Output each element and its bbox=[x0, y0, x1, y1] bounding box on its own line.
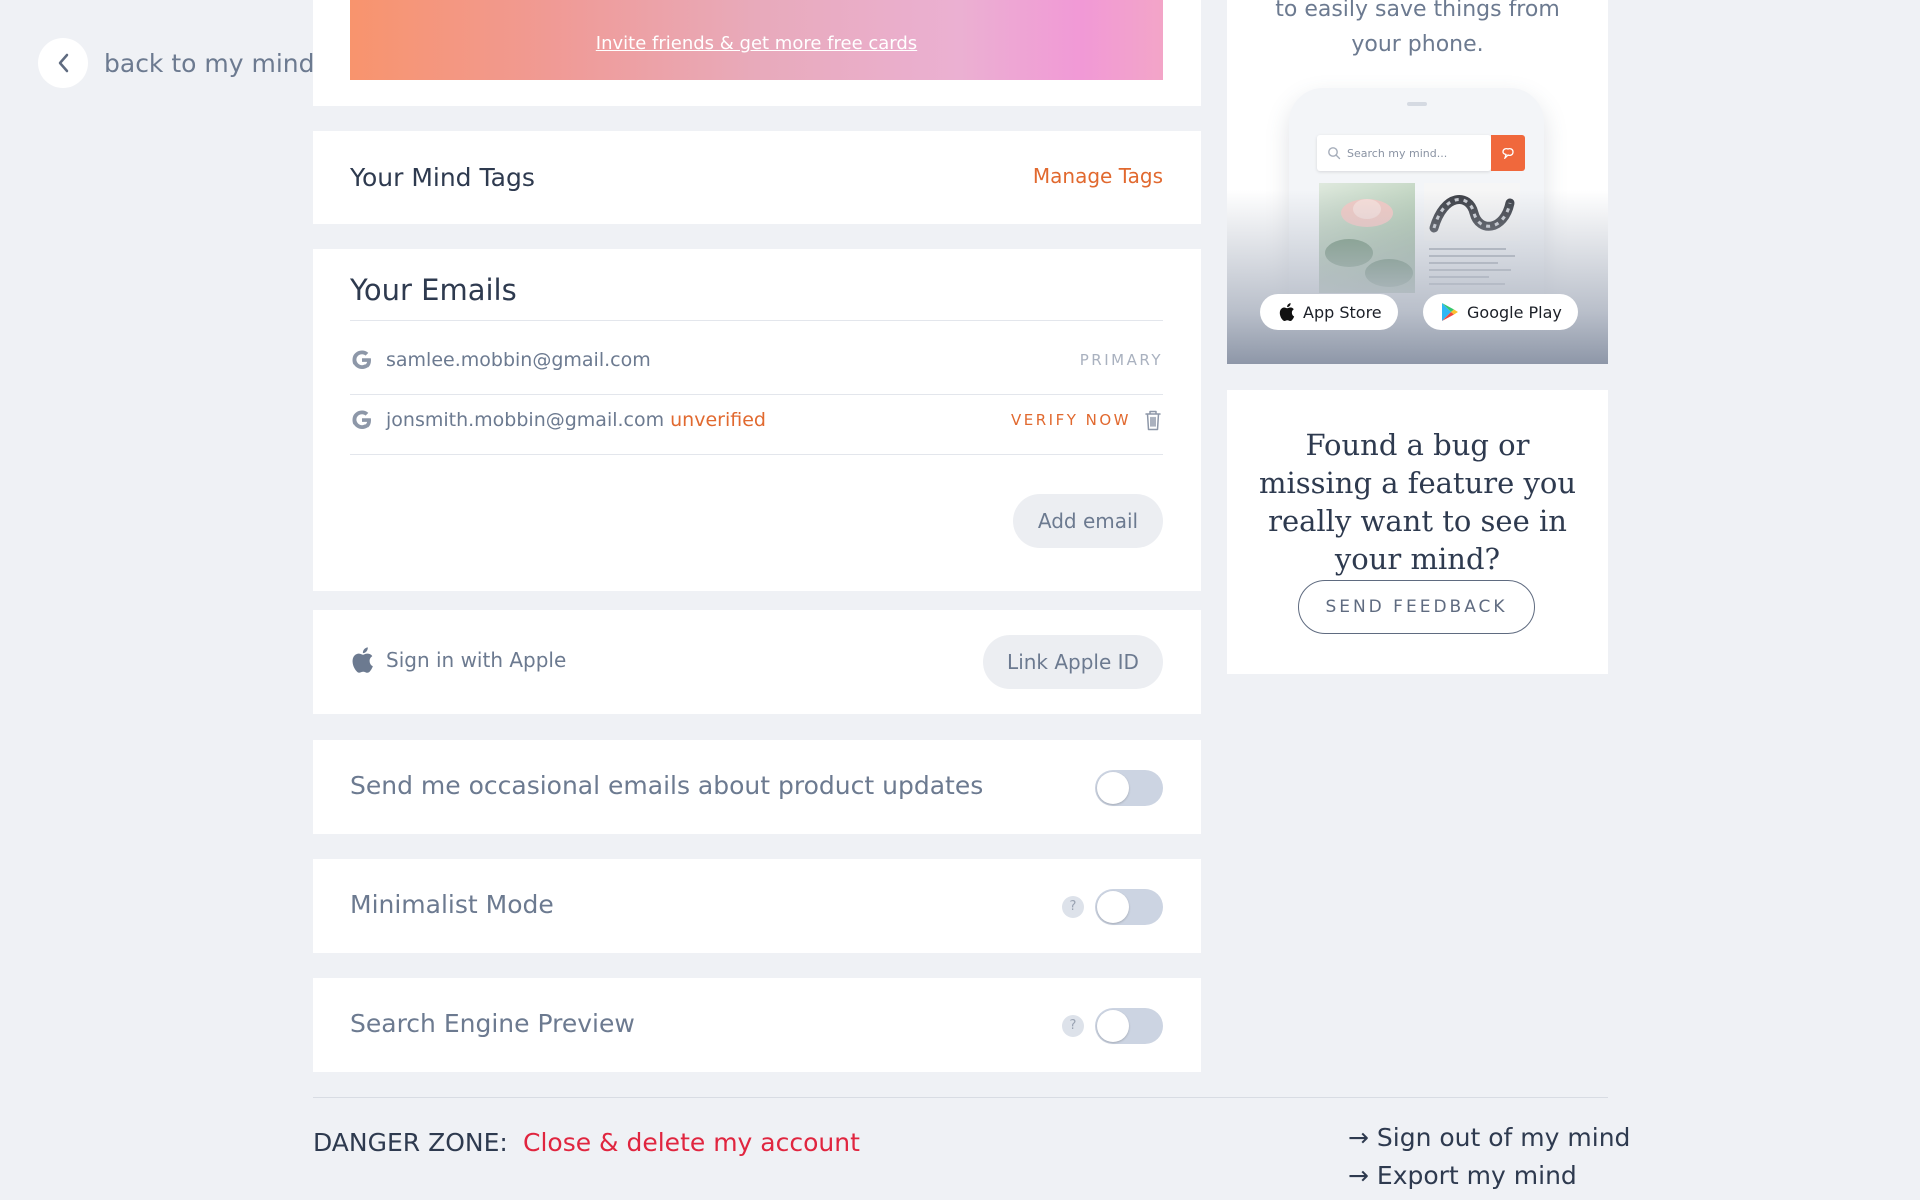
mobile-app-promo: to easily save things from your phone. S… bbox=[1227, 0, 1608, 364]
phone-notch bbox=[1407, 102, 1427, 106]
brain-icon bbox=[1502, 147, 1514, 159]
email-address: jonsmith.mobbin@gmail.com bbox=[386, 409, 665, 431]
unverified-label: unverified bbox=[670, 409, 766, 431]
app-store-label: App Store bbox=[1303, 302, 1382, 322]
search-icon bbox=[1328, 147, 1341, 160]
emails-card: Your Emails samlee.mobbin@gmail.com PRIM… bbox=[313, 249, 1201, 591]
export-mind-link[interactable]: → Export my mind bbox=[1348, 1161, 1577, 1190]
help-icon[interactable]: ? bbox=[1062, 1015, 1084, 1037]
phone-search-bar: Search my mind... bbox=[1317, 135, 1491, 171]
primary-badge: PRIMARY bbox=[1079, 351, 1163, 369]
divider bbox=[350, 454, 1163, 455]
back-label: back to my mind bbox=[104, 48, 315, 78]
google-play-icon bbox=[1442, 303, 1458, 321]
feedback-text: Found a bug or missing a feature you rea… bbox=[1258, 428, 1577, 576]
apple-signin-card: Sign in with Apple Link Apple ID bbox=[313, 610, 1201, 714]
sign-out-link[interactable]: → Sign out of my mind bbox=[1348, 1123, 1630, 1152]
divider bbox=[350, 320, 1163, 321]
setting-label: Send me occasional emails about product … bbox=[350, 771, 984, 800]
invite-friends-link[interactable]: Invite friends & get more free cards bbox=[350, 33, 1163, 54]
promo-fade bbox=[1227, 190, 1608, 364]
sign-in-with-apple-label: Sign in with Apple bbox=[386, 648, 567, 672]
setting-label: Search Engine Preview bbox=[350, 1009, 635, 1038]
invite-card: Invite friends & get more free cards bbox=[313, 0, 1201, 106]
google-icon bbox=[352, 350, 371, 369]
verify-now-button[interactable]: VERIFY NOW bbox=[1011, 411, 1131, 429]
add-email-button[interactable]: Add email bbox=[1013, 494, 1163, 548]
phone-search-button bbox=[1491, 135, 1525, 171]
manage-tags-link[interactable]: Manage Tags bbox=[1033, 164, 1163, 188]
email-row-secondary: jonsmith.mobbin@gmail.com unverified VER… bbox=[350, 390, 1163, 450]
minimalist-mode-setting: Minimalist Mode ? bbox=[313, 859, 1201, 953]
back-button[interactable] bbox=[38, 38, 88, 88]
google-icon bbox=[352, 410, 371, 429]
mind-tags-title: Your Mind Tags bbox=[350, 163, 535, 192]
app-store-button[interactable]: App Store bbox=[1260, 294, 1398, 330]
toggle-knob bbox=[1097, 1010, 1129, 1042]
promo-text-line: your phone. bbox=[1351, 32, 1484, 57]
trash-icon[interactable] bbox=[1143, 408, 1163, 432]
promo-text-line: to easily save things from bbox=[1275, 0, 1560, 22]
help-icon[interactable]: ? bbox=[1062, 896, 1084, 918]
chevron-left-icon bbox=[58, 53, 69, 73]
google-play-button[interactable]: Google Play bbox=[1423, 294, 1578, 330]
delete-account-link[interactable]: Close & delete my account bbox=[523, 1128, 860, 1157]
apple-icon bbox=[1279, 303, 1295, 321]
danger-zone-divider bbox=[313, 1097, 1608, 1098]
search-engine-preview-setting: Search Engine Preview ? bbox=[313, 978, 1201, 1072]
invite-banner: Invite friends & get more free cards bbox=[350, 0, 1163, 80]
phone-search-placeholder: Search my mind... bbox=[1347, 146, 1448, 160]
google-play-label: Google Play bbox=[1467, 302, 1562, 322]
setting-label: Minimalist Mode bbox=[350, 890, 554, 919]
back-to-my-mind-link[interactable]: back to my mind bbox=[38, 38, 315, 88]
minimalist-mode-toggle[interactable] bbox=[1095, 889, 1163, 925]
send-feedback-button[interactable]: SEND FEEDBACK bbox=[1298, 580, 1535, 634]
product-updates-toggle[interactable] bbox=[1095, 770, 1163, 806]
search-engine-preview-toggle[interactable] bbox=[1095, 1008, 1163, 1044]
email-address: samlee.mobbin@gmail.com bbox=[386, 349, 651, 371]
toggle-knob bbox=[1097, 891, 1129, 923]
promo-text: to easily save things from your phone. bbox=[1227, 0, 1608, 62]
danger-zone-label: DANGER ZONE: bbox=[313, 1128, 508, 1157]
product-updates-setting: Send me occasional emails about product … bbox=[313, 740, 1201, 834]
mind-tags-card: Your Mind Tags Manage Tags bbox=[313, 131, 1201, 224]
toggle-knob bbox=[1097, 772, 1129, 804]
link-apple-id-button[interactable]: Link Apple ID bbox=[983, 635, 1163, 689]
feedback-card: Found a bug or missing a feature you rea… bbox=[1227, 390, 1608, 674]
apple-icon bbox=[352, 647, 373, 673]
emails-title: Your Emails bbox=[350, 273, 517, 307]
email-row-primary: samlee.mobbin@gmail.com PRIMARY bbox=[350, 330, 1163, 390]
